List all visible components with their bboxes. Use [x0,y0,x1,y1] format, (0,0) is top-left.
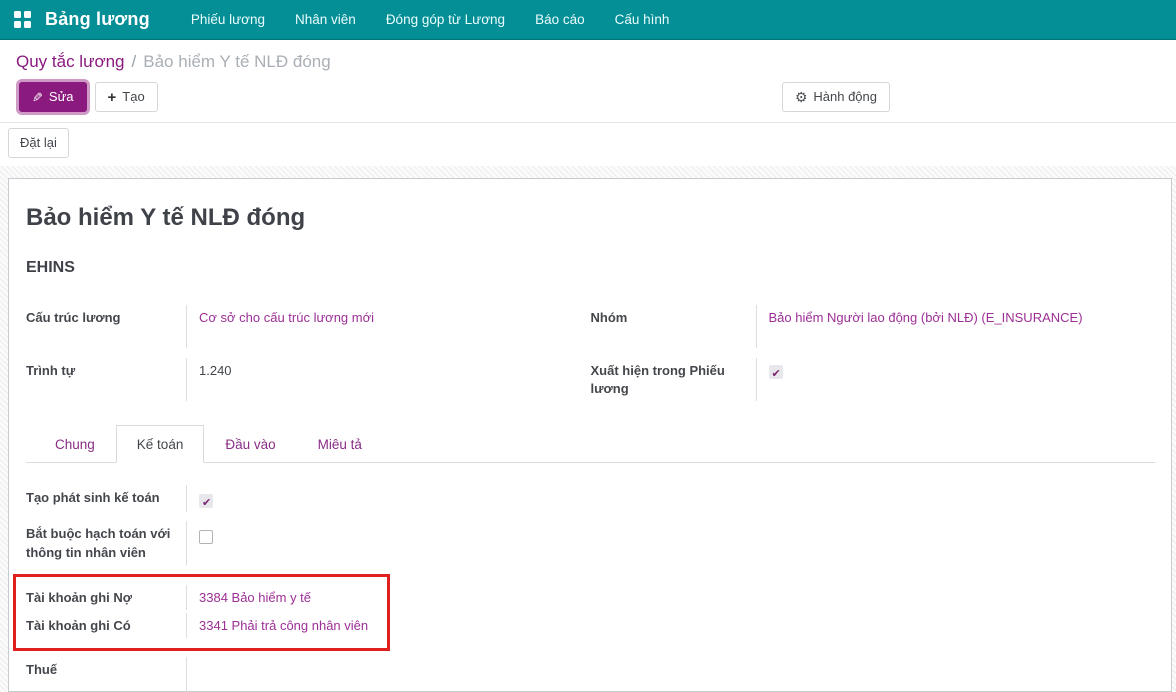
credit-account-label: Tài khoản ghi Có [26,618,131,633]
credit-account-cell: 3341 Phải trả công nhân viên [186,613,387,638]
appears-on-payslip-cell [755,358,1156,401]
tab-ke-toan[interactable]: Kế toán [115,425,205,463]
button-row: Sửa Tạo Hành động [16,82,1160,112]
tax-label: Thuế [26,662,58,677]
gear-icon [795,90,808,104]
secondary-button-row: Đặt lại [0,123,1176,166]
field-column-right: Nhóm Bảo hiểm Người lao động (bởi NLĐ) (… [591,305,1156,411]
record-code: EHINS [26,259,75,276]
field-row-appears-on-payslip: Xuất hiện trong Phiếu lương [591,358,1156,401]
field-row-sequence: Trình tự 1.240 [26,358,591,401]
plus-icon [108,90,117,105]
tax-cell [186,657,1155,692]
apps-grid-icon[interactable] [14,11,31,28]
salary-structure-label: Cấu trúc lương [26,310,121,325]
salary-structure-link[interactable]: Cơ sở cho cấu trúc lương mới [199,310,374,325]
apps-grid-square [14,11,21,18]
generate-entries-cell [186,485,1155,513]
nav-item-phieu-luong[interactable]: Phiếu lương [176,0,280,39]
category-label: Nhóm [590,310,628,325]
top-navbar: Bảng lương Phiếu lương Nhân viên Đóng gó… [0,0,1176,40]
pencil-icon [32,91,43,104]
tab-chung[interactable]: Chung [34,425,116,463]
generate-entries-label: Tạo phát sinh kế toán [26,490,160,505]
force-employee-account-cell [186,521,1155,565]
screen: Bảng lương Phiếu lương Nhân viên Đóng gó… [0,0,1176,692]
action-button-label: Hành động [813,89,877,104]
form-card: Bảo hiểm Y tế NLĐ đóng EHINS Cấu trúc lư… [8,178,1172,692]
content-area: Bảo hiểm Y tế NLĐ đóng EHINS Cấu trúc lư… [0,166,1176,692]
notebook-tabs: Chung Kế toán Đầu vào Miêu tả [26,425,1155,463]
highlight-box: Tài khoản ghi Nợ 3384 Bảo hiểm y tế Tài … [13,574,390,651]
breadcrumb-parent-link[interactable]: Quy tắc lương [16,52,125,71]
navbar-menu: Phiếu lương Nhân viên Đóng góp từ Lương … [176,0,685,39]
create-button-label: Tạo [122,89,145,104]
create-button[interactable]: Tạo [94,82,158,112]
force-employee-account-checkbox[interactable] [199,529,213,544]
control-panel: Quy tắc lương / Bảo hiểm Y tế NLĐ đóng Sửa… [0,40,1176,123]
debit-account-cell: 3384 Bảo hiểm y tế [186,585,387,610]
sequence-value: 1.240 [199,363,232,378]
action-menu-button[interactable]: Hành động [781,82,890,112]
field-row-force-employee-account: Bắt buộc hạch toán với thông tin nhân vi… [26,521,1155,565]
edit-button-label: Sửa [48,89,74,104]
category-link[interactable]: Bảo hiểm Người lao động (bởi NLĐ) (E_INS… [769,310,1083,325]
field-column-left: Cấu trúc lương Cơ sở cho cấu trúc lương … [26,305,591,411]
tab-dau-vao[interactable]: Đầu vào [204,425,296,463]
debit-account-label: Tài khoản ghi Nợ [26,590,133,605]
nav-item-cau-hinh[interactable]: Cấu hình [600,0,685,39]
reset-button-label: Đặt lại [20,135,57,150]
field-grid: Cấu trúc lương Cơ sở cho cấu trúc lương … [26,305,1155,411]
app-name-menu[interactable]: Bảng lương [45,9,150,30]
tab-mieu-ta[interactable]: Miêu tả [297,425,383,463]
debit-account-link[interactable]: 3384 Bảo hiểm y tế [199,590,311,605]
tab-content-accounting: Tạo phát sinh kế toán Bắt buộc hạch toán… [13,463,1155,692]
edit-button[interactable]: Sửa [19,82,87,112]
apps-grid-square [14,21,21,28]
apps-grid-square [24,11,31,18]
nav-item-dong-gop-tu-luong[interactable]: Đóng góp từ Lương [371,0,520,39]
nav-item-nhan-vien[interactable]: Nhân viên [280,0,371,39]
sequence-value-cell: 1.240 [186,358,591,401]
nav-item-bao-cao[interactable]: Báo cáo [520,0,600,39]
category-value: Bảo hiểm Người lao động (bởi NLĐ) (E_INS… [755,305,1156,348]
apps-grid-square [24,21,31,28]
breadcrumb: Quy tắc lương / Bảo hiểm Y tế NLĐ đóng [16,49,1160,75]
field-row-tax: Thuế [26,657,1155,692]
field-row-category: Nhóm Bảo hiểm Người lao động (bởi NLĐ) (… [591,305,1156,348]
breadcrumb-current: Bảo hiểm Y tế NLĐ đóng [143,52,331,71]
record-title: Bảo hiểm Y tế NLĐ đóng [26,204,306,231]
breadcrumb-separator: / [131,52,137,71]
appears-on-payslip-label: Xuất hiện trong Phiếu lương [590,363,725,396]
sequence-label: Trình tự [26,363,76,378]
reset-button[interactable]: Đặt lại [8,128,69,158]
salary-structure-value: Cơ sở cho cấu trúc lương mới [186,305,591,348]
appears-on-payslip-checkbox[interactable] [768,364,783,383]
force-employee-account-label: Bắt buộc hạch toán với thông tin nhân vi… [26,526,171,560]
field-row-credit-account: Tài khoản ghi Có 3341 Phải trả công nhân… [26,613,387,638]
credit-account-link[interactable]: 3341 Phải trả công nhân viên [199,618,368,633]
field-row-salary-structure: Cấu trúc lương Cơ sở cho cấu trúc lương … [26,305,591,348]
field-row-debit-account: Tài khoản ghi Nợ 3384 Bảo hiểm y tế [26,585,387,610]
generate-entries-checkbox[interactable] [199,493,213,513]
field-row-generate-entries: Tạo phát sinh kế toán [26,485,1155,513]
